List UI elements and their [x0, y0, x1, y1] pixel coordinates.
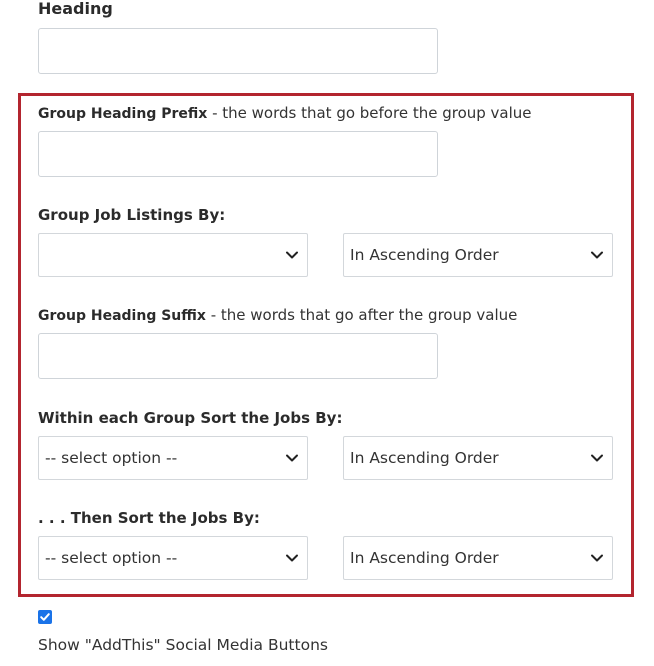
- chevron-down-icon: [591, 251, 603, 259]
- within-group-sort-field-select[interactable]: -- select option --: [38, 436, 308, 480]
- check-icon: [40, 613, 50, 621]
- group-heading-prefix-input[interactable]: [38, 131, 438, 177]
- group-job-listings-label: Group Job Listings By:: [38, 206, 225, 224]
- group-job-listings-title: Group Job Listings By:: [38, 206, 226, 224]
- chevron-down-icon: [591, 554, 603, 562]
- then-sort-field-select[interactable]: -- select option --: [38, 536, 308, 580]
- group-by-field-select[interactable]: [38, 233, 308, 277]
- heading-label: Heading: [38, 0, 113, 18]
- then-sort-order-value: In Ascending Order: [350, 549, 499, 567]
- group-by-order-select[interactable]: In Ascending Order: [343, 233, 613, 277]
- within-group-sort-order-select[interactable]: In Ascending Order: [343, 436, 613, 480]
- within-group-sort-field-value: -- select option --: [45, 449, 178, 467]
- group-heading-prefix-title: Group Heading Prefix: [38, 106, 208, 122]
- within-group-sort-order-value: In Ascending Order: [350, 449, 499, 467]
- addthis-checkbox[interactable]: [38, 610, 52, 624]
- then-sort-title: . . . Then Sort the Jobs By:: [38, 509, 260, 527]
- within-group-sort-title: Within each Group Sort the Jobs By:: [38, 409, 343, 427]
- group-heading-suffix-description: - the words that go after the group valu…: [205, 306, 518, 324]
- chevron-down-icon: [591, 454, 603, 462]
- heading-input[interactable]: [38, 28, 438, 74]
- within-group-sort-label: Within each Group Sort the Jobs By:: [38, 409, 342, 427]
- then-sort-field-value: -- select option --: [45, 549, 178, 567]
- group-by-order-value: In Ascending Order: [350, 246, 499, 264]
- group-heading-suffix-input[interactable]: [38, 333, 438, 379]
- then-sort-order-select[interactable]: In Ascending Order: [343, 536, 613, 580]
- chevron-down-icon: [286, 554, 298, 562]
- chevron-down-icon: [286, 454, 298, 462]
- group-heading-suffix-title: Group Heading Suffix: [38, 308, 206, 324]
- job-listing-settings-form: Heading Group Heading Prefix - the words…: [0, 0, 654, 666]
- group-heading-suffix-label: Group Heading Suffix - the words that go…: [38, 306, 517, 325]
- addthis-checkbox-label: Show "AddThis" Social Media Buttons: [38, 636, 328, 654]
- group-heading-prefix-description: - the words that go before the group val…: [207, 104, 532, 122]
- then-sort-label: . . . Then Sort the Jobs By:: [38, 509, 260, 527]
- group-heading-prefix-label: Group Heading Prefix - the words that go…: [38, 104, 532, 123]
- chevron-down-icon: [286, 251, 298, 259]
